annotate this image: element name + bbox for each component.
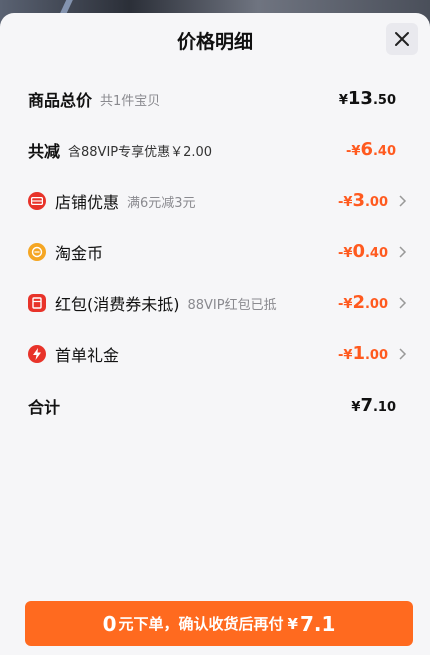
red-packet-icon bbox=[28, 294, 46, 312]
amount-decimal: .40 bbox=[372, 144, 396, 159]
amount-currency: ¥ bbox=[351, 400, 361, 415]
sheet-title: 价格明细 bbox=[176, 31, 253, 53]
lightning-icon bbox=[28, 345, 46, 363]
row-label: 商品总价 bbox=[28, 91, 93, 110]
close-icon bbox=[395, 32, 409, 46]
row-label: 共减 bbox=[28, 142, 61, 161]
amount-currency: -¥ bbox=[337, 195, 353, 210]
chevron-right-icon bbox=[399, 246, 407, 258]
row-sum: 合计 ¥7.10 bbox=[28, 391, 408, 421]
amount-integer: 3 bbox=[352, 190, 365, 211]
amount-integer: 1 bbox=[352, 343, 365, 364]
row-amount: -¥ 2.00 bbox=[338, 288, 388, 318]
row-label: 淘金币 bbox=[55, 244, 104, 263]
amount-decimal: .00 bbox=[364, 348, 388, 363]
amount-decimal: .10 bbox=[372, 400, 396, 415]
amount-currency: ¥ bbox=[338, 93, 348, 108]
cta-amount: 7.1 bbox=[299, 611, 336, 636]
row-amount: -¥ 6.40 bbox=[346, 135, 396, 165]
cta-text: 元下单，确认收货后再付 bbox=[118, 615, 284, 633]
amount-integer: 13 bbox=[347, 88, 373, 109]
row-red-packet[interactable]: 红包(消费券未抵) 88VIP红包已抵 -¥ 2.00 bbox=[28, 288, 408, 318]
row-shop-discount[interactable]: 店铺优惠 满6元减3元 -¥ 3.00 bbox=[28, 186, 408, 216]
row-label: 合计 bbox=[28, 398, 61, 417]
shop-coupon-icon bbox=[28, 192, 46, 210]
row-sub: 满6元减3元 bbox=[127, 195, 196, 211]
row-taojinbi[interactable]: 淘金币 -¥ 0.40 bbox=[28, 237, 408, 267]
close-button[interactable] bbox=[386, 23, 418, 55]
row-label: 首单礼金 bbox=[55, 346, 120, 365]
amount-decimal: .00 bbox=[364, 297, 388, 312]
row-amount: -¥ 1.00 bbox=[338, 339, 388, 369]
row-goods-total: 商品总价 共1件宝贝 ¥13.50 bbox=[28, 84, 408, 114]
row-amount: -¥ 3.00 bbox=[338, 186, 388, 216]
amount-currency: -¥ bbox=[337, 297, 353, 312]
amount-decimal: .00 bbox=[364, 195, 388, 210]
price-detail-sheet: 价格明细 商品总价 共1件宝贝 ¥13.50 共减 含88VIP专享优惠￥2.0… bbox=[0, 13, 430, 655]
row-label: 红包(消费券未抵) bbox=[55, 295, 180, 314]
amount-currency: -¥ bbox=[345, 144, 361, 159]
row-amount: ¥7.10 bbox=[351, 391, 396, 421]
amount-currency: -¥ bbox=[337, 348, 353, 363]
amount-decimal: .50 bbox=[372, 93, 396, 108]
chevron-right-icon bbox=[399, 348, 407, 360]
place-order-button[interactable]: 0 元下单，确认收货后再付 ¥ 7.1 bbox=[25, 601, 413, 646]
amount-integer: 0 bbox=[352, 241, 365, 262]
row-sub: 88VIP红包已抵 bbox=[187, 297, 277, 313]
row-sub: 共1件宝贝 bbox=[100, 93, 161, 109]
chevron-right-icon bbox=[399, 297, 407, 309]
row-total-discount: 共减 含88VIP专享优惠￥2.00 -¥ 6.40 bbox=[28, 135, 408, 165]
amount-integer: 2 bbox=[352, 292, 365, 313]
row-amount: -¥ 0.40 bbox=[338, 237, 388, 267]
row-label: 店铺优惠 bbox=[55, 193, 120, 212]
coin-icon bbox=[28, 243, 46, 261]
amount-decimal: .40 bbox=[364, 246, 388, 261]
chevron-right-icon bbox=[399, 195, 407, 207]
row-sub: 含88VIP专享优惠￥2.00 bbox=[68, 144, 213, 160]
cta-currency: ¥ bbox=[287, 614, 298, 633]
amount-integer: 7 bbox=[360, 395, 373, 416]
row-first-order-bonus[interactable]: 首单礼金 -¥ 1.00 bbox=[28, 339, 408, 369]
amount-integer: 6 bbox=[360, 139, 373, 160]
cta-zero: 0 bbox=[102, 611, 117, 636]
row-amount: ¥13.50 bbox=[339, 84, 396, 114]
amount-currency: -¥ bbox=[337, 246, 353, 261]
